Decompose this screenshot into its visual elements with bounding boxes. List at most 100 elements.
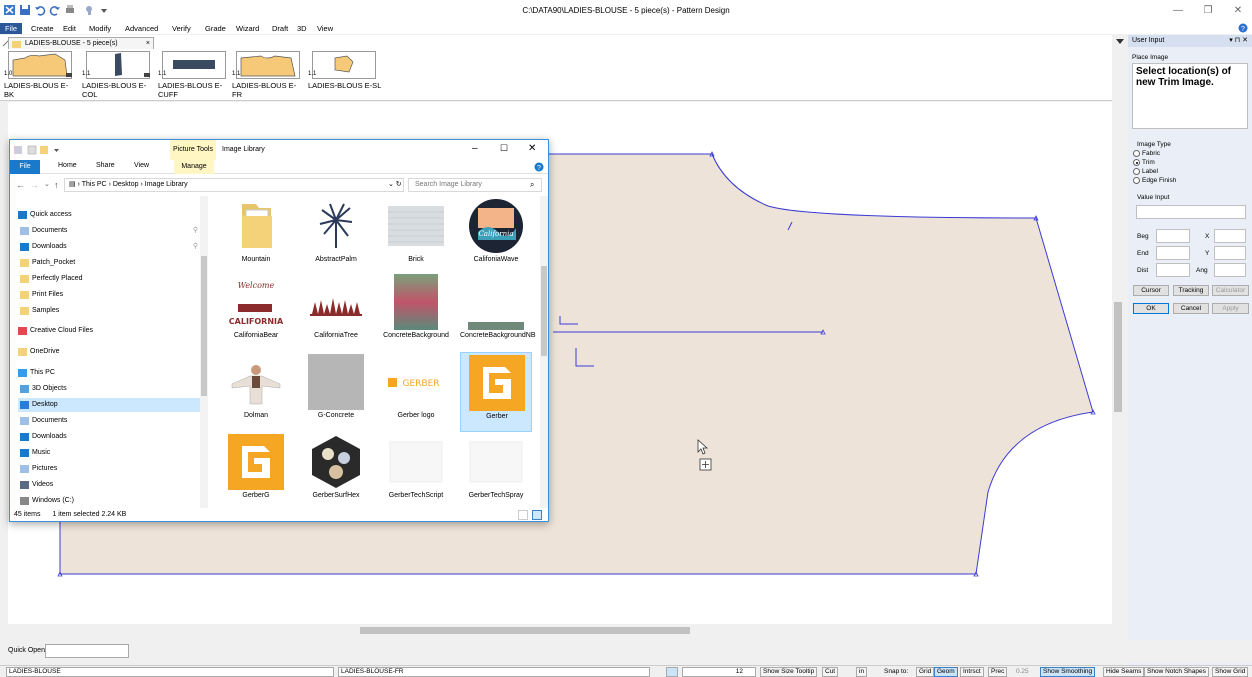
breadcrumb-desktop[interactable]: Desktop: [113, 181, 139, 188]
y-field[interactable]: [1214, 246, 1246, 260]
cancel-button[interactable]: Cancel: [1173, 303, 1209, 314]
ribbon-tab-view[interactable]: View: [134, 162, 149, 169]
nav-item[interactable]: Downloads ⚲: [18, 240, 204, 254]
explorer-maximize-button[interactable]: ☐: [500, 143, 508, 154]
tracking-button[interactable]: Tracking: [1173, 285, 1209, 296]
menu-wizard[interactable]: Wizard: [236, 23, 259, 34]
snap-grid-button[interactable]: Grid: [916, 667, 935, 677]
file-item[interactable]: California CalifoniaWave: [460, 196, 532, 276]
nav-item[interactable]: Documents ⚲: [18, 224, 204, 238]
menu-modify[interactable]: Modify: [89, 23, 111, 34]
hide-seams-button[interactable]: Hide Seams: [1103, 667, 1145, 677]
large-icons-view-icon[interactable]: [532, 510, 542, 520]
menu-draft[interactable]: Draft: [272, 23, 288, 34]
pin-icon[interactable]: ⚲: [193, 240, 198, 254]
piece-thumb[interactable]: 1.1 LADIES-BLOUS E-COL: [80, 51, 154, 99]
nav-item[interactable]: Documents: [18, 414, 204, 428]
show-notch-shapes-button[interactable]: Show Notch Shapes: [1144, 667, 1209, 677]
breadcrumb-this-pc[interactable]: This PC: [82, 181, 107, 188]
explorer-close-button[interactable]: ✕: [528, 143, 536, 154]
menu-file[interactable]: File: [0, 23, 23, 34]
forward-icon[interactable]: →: [30, 180, 39, 190]
ribbon-tab-share[interactable]: Share: [96, 162, 115, 169]
recent-locations-icon[interactable]: ⌄: [44, 180, 50, 188]
menu-create[interactable]: Create: [31, 23, 54, 34]
canvas-vertical-scrollbar[interactable]: [1112, 102, 1124, 624]
nav-item[interactable]: Downloads: [18, 430, 204, 444]
menu-3d[interactable]: 3D: [297, 23, 307, 34]
vertical-scroll-thumb[interactable]: [1114, 302, 1122, 412]
ribbon-tab-home[interactable]: Home: [58, 162, 77, 169]
file-item[interactable]: Brick: [380, 196, 452, 276]
ribbon-tab-manage[interactable]: Manage: [174, 160, 214, 174]
explorer-minimize-button[interactable]: –: [472, 143, 478, 154]
file-item[interactable]: GerberG: [220, 432, 292, 508]
menu-view[interactable]: View: [317, 23, 333, 34]
file-item[interactable]: GerberTechScript: [380, 432, 452, 508]
size-select[interactable]: 12: [682, 667, 756, 677]
menu-edit[interactable]: Edit: [63, 23, 76, 34]
piece-thumb[interactable]: 1.1 LADIES-BLOUS E-SL: [306, 51, 381, 99]
unit-button[interactable]: in: [856, 667, 868, 677]
file-item[interactable]: GerberTechSpray: [460, 432, 532, 508]
nav-item[interactable]: This PC: [16, 366, 202, 380]
snap-geom-button[interactable]: Geom: [934, 667, 958, 677]
file-item[interactable]: ConcreteBackground: [380, 272, 452, 352]
nav-item[interactable]: OneDrive: [16, 345, 202, 359]
piece-thumb[interactable]: 1.1 LADIES-BLOUS E-CUFF: [156, 51, 230, 99]
nav-item[interactable]: Videos: [18, 478, 204, 492]
cursor-button[interactable]: Cursor: [1133, 285, 1169, 296]
piece-thumb[interactable]: 1.1 LADIES-BLOUS E-FR: [230, 51, 304, 99]
panel-controls[interactable]: ▾ ⊓ ✕: [1229, 36, 1248, 44]
file-item[interactable]: Mountain: [220, 196, 292, 276]
dist-field[interactable]: [1156, 263, 1190, 277]
show-size-tooltip-button[interactable]: Show Size Tooltip: [760, 667, 818, 677]
menu-verify[interactable]: Verify: [172, 23, 191, 34]
file-item[interactable]: G-Concrete: [300, 352, 372, 432]
ok-button[interactable]: OK: [1133, 303, 1169, 314]
breadcrumb[interactable]: ▤ › This PC › Desktop › Image Library: [64, 178, 404, 192]
nav-scroll-thumb[interactable]: [201, 256, 207, 396]
chevron-down-icon[interactable]: [1116, 39, 1124, 45]
horizontal-scroll-thumb[interactable]: [360, 627, 690, 634]
label-radio[interactable]: [1133, 168, 1140, 175]
back-icon[interactable]: ←: [16, 180, 25, 190]
ang-field[interactable]: [1214, 263, 1246, 277]
files-scrollbar[interactable]: [540, 196, 548, 508]
nav-item[interactable]: Perfectly Placed: [18, 272, 204, 286]
piece-thumb[interactable]: 1.0 LADIES-BLOUS E-BK: [2, 51, 76, 99]
nav-item[interactable]: 3D Objects: [18, 382, 204, 396]
cut-button[interactable]: Cut: [822, 667, 839, 677]
nav-item[interactable]: Quick access: [16, 208, 202, 222]
file-item[interactable]: GerberSurfHex: [300, 432, 372, 508]
size-toggle[interactable]: [666, 667, 678, 677]
file-item[interactable]: Welcome CALIFORNIA CaliforniaBear: [220, 272, 292, 352]
file-item[interactable]: Gerber: [460, 352, 532, 432]
x-field[interactable]: [1214, 229, 1246, 243]
nav-item[interactable]: Music: [18, 446, 204, 460]
search-input[interactable]: Search Image Library: [408, 178, 542, 192]
nav-item[interactable]: Print Files: [18, 288, 204, 302]
refresh-icon[interactable]: ⌄ ↻: [388, 180, 402, 188]
nav-item[interactable]: Patch_Pocket: [18, 256, 204, 270]
files-scroll-thumb[interactable]: [541, 266, 547, 356]
breadcrumb-image-library[interactable]: Image Library: [145, 181, 188, 188]
explorer-help-icon[interactable]: ?: [534, 162, 544, 172]
end-field[interactable]: [1156, 246, 1190, 260]
file-item[interactable]: CaliforniaTree: [300, 272, 372, 352]
snap-intersect-button[interactable]: Intrsct: [960, 667, 984, 677]
value-input-field[interactable]: [1136, 205, 1246, 219]
menu-grade[interactable]: Grade: [205, 23, 226, 34]
show-smoothing-button[interactable]: Show Smoothing: [1040, 667, 1096, 677]
file-item[interactable]: AbstractPalm: [300, 196, 372, 276]
nav-item[interactable]: Samples: [18, 304, 204, 318]
ribbon-tab-file[interactable]: File: [10, 160, 40, 174]
apply-button[interactable]: Apply: [1212, 303, 1249, 314]
calculator-button[interactable]: Calculator: [1212, 285, 1249, 296]
help-icon[interactable]: ?: [1238, 23, 1248, 33]
nav-item[interactable]: Creative Cloud Files: [16, 324, 202, 338]
edge-finish-radio[interactable]: [1133, 177, 1140, 184]
quick-open-input[interactable]: [45, 644, 129, 658]
show-grid-button[interactable]: Show Grid: [1212, 667, 1249, 677]
up-icon[interactable]: ↑: [54, 180, 59, 190]
